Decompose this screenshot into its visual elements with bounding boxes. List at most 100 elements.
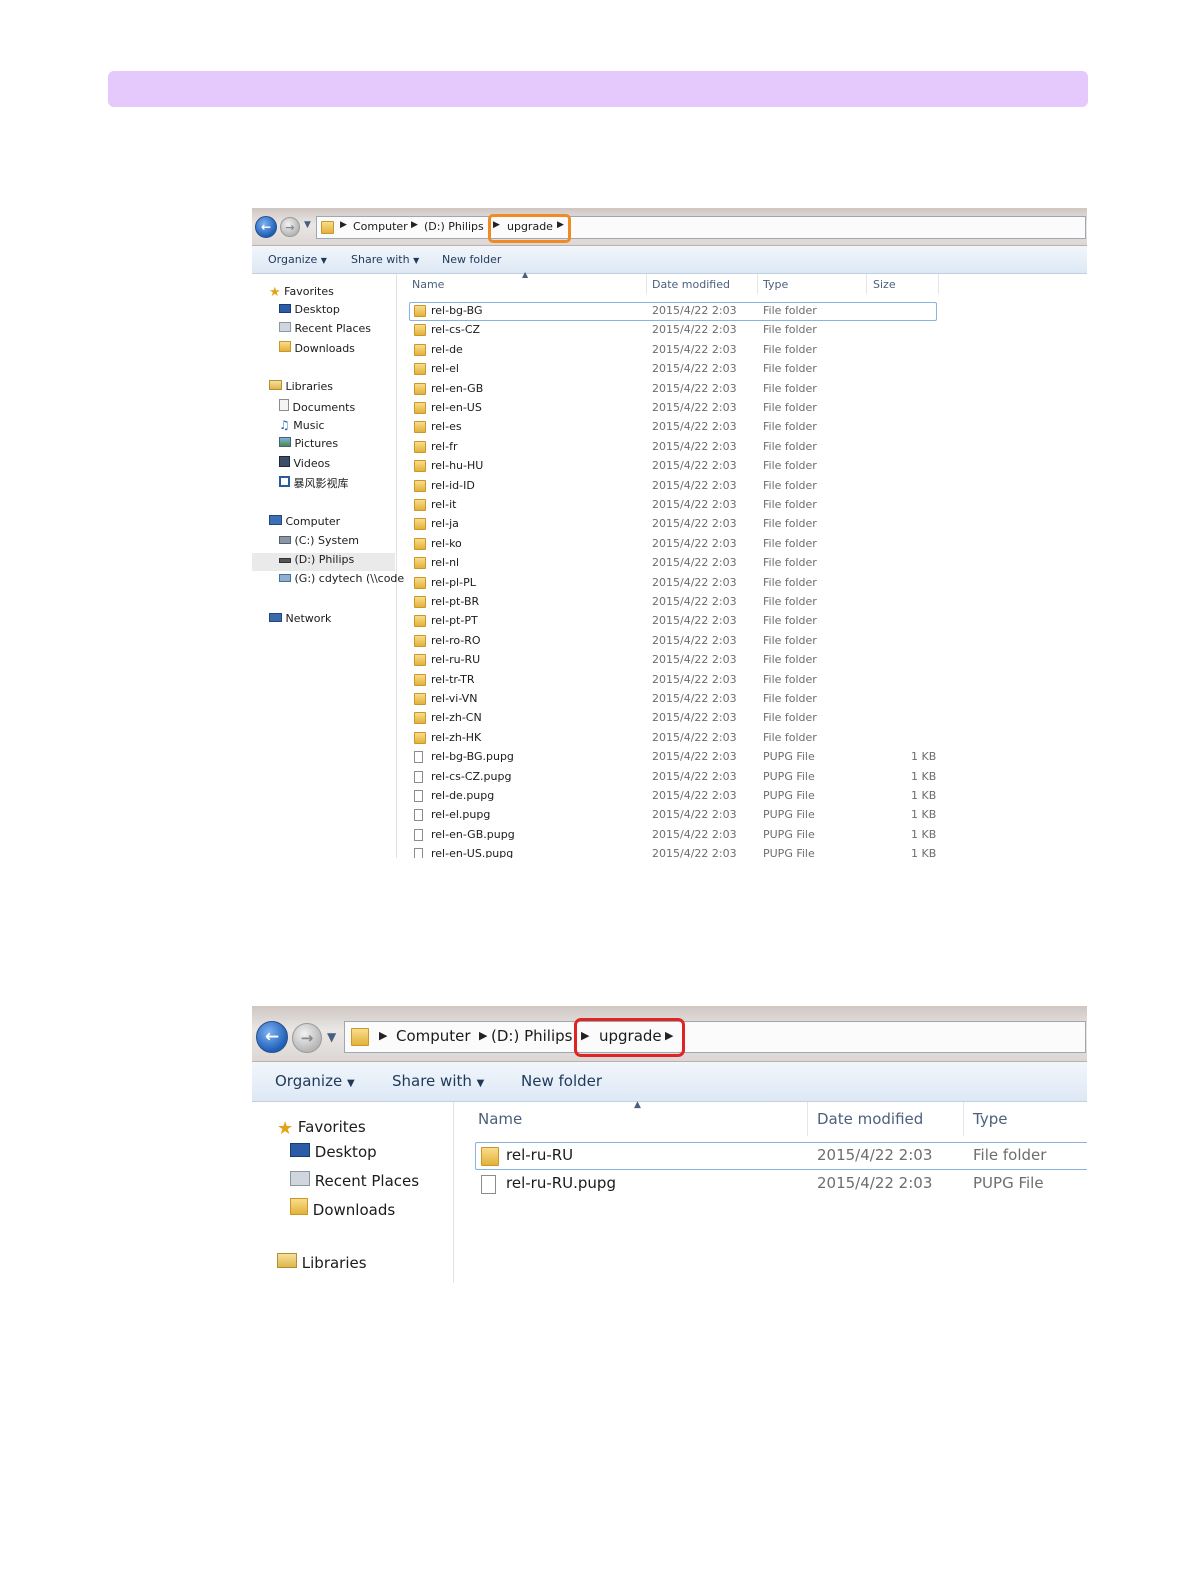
row-date-modified: 2015/4/22 2:03 — [652, 401, 737, 414]
folder-icon — [414, 460, 426, 473]
breadcrumb-drive-d[interactable]: (D:) Philips — [491, 1027, 572, 1045]
share-with-menu[interactable]: Share with ▼ — [351, 253, 419, 266]
row-type: PUPG File — [973, 1174, 1044, 1192]
column-header-size[interactable]: Size — [873, 278, 896, 291]
table-row[interactable]: rel-ru-RU 2015/4/22 2:03 File folder — [252, 651, 1087, 670]
column-header-date[interactable]: Date modified — [817, 1110, 923, 1128]
file-icon — [414, 848, 423, 858]
file-icon — [414, 770, 423, 783]
table-row[interactable]: rel-id-ID 2015/4/22 2:03 File folder — [252, 477, 1087, 496]
folder-icon — [414, 693, 426, 705]
table-row[interactable]: rel-en-US.pupg 2015/4/22 2:03 PUPG File 1 K… — [252, 845, 1087, 858]
row-type: File folder — [763, 304, 817, 317]
breadcrumb-computer[interactable]: Computer — [353, 220, 408, 233]
table-row[interactable]: rel-tr-TR 2015/4/22 2:03 File folder — [252, 671, 1087, 690]
back-arrow-icon[interactable]: ← — [255, 216, 277, 238]
nav-downloads[interactable]: Downloads — [290, 1198, 395, 1219]
table-row[interactable]: rel-es 2015/4/22 2:03 File folder — [252, 418, 1087, 437]
row-date-modified: 2015/4/22 2:03 — [652, 420, 737, 434]
row-date-modified: 2015/4/22 2:03 — [652, 827, 737, 841]
table-row[interactable]: rel-ko 2015/4/22 2:03 File folder — [252, 535, 1087, 554]
row-date-modified: 2015/4/22 2:03 — [652, 595, 737, 608]
table-row[interactable]: rel-ru-RU 2015/4/22 2:03 File folder — [252, 1143, 1087, 1171]
organize-menu[interactable]: Organize ▼ — [275, 1072, 355, 1090]
organize-menu[interactable]: Organize ▼ — [268, 253, 327, 266]
new-folder-button[interactable]: New folder — [442, 253, 501, 266]
table-row[interactable]: rel-pt-BR 2015/4/22 2:03 File folder — [252, 593, 1087, 612]
folder-icon — [414, 731, 426, 744]
folder-icon — [414, 402, 426, 414]
nav-libraries[interactable]: Libraries — [277, 1253, 367, 1272]
column-divider — [757, 274, 758, 294]
row-date-modified: 2015/4/22 2:03 — [652, 750, 737, 764]
row-date-modified: 2015/4/22 2:03 — [652, 323, 737, 337]
row-type: File folder — [763, 595, 817, 608]
row-type: PUPG File — [763, 808, 815, 822]
address-bar[interactable]: ▶ Computer ▶ (D:) Philips ▶ upgrade ▶ — [344, 1021, 1086, 1053]
table-row[interactable]: rel-en-GB.pupg 2015/4/22 2:03 PUPG File 1 K… — [252, 826, 1087, 845]
column-header-type[interactable]: Type — [973, 1110, 1007, 1128]
row-name: rel-ro-RO — [431, 633, 481, 647]
table-row[interactable]: rel-pt-PT 2015/4/22 2:03 File folder — [252, 612, 1087, 631]
folder-icon — [414, 576, 426, 589]
row-name: rel-ru-RU — [431, 653, 481, 667]
row-type: PUPG File — [763, 847, 815, 858]
file-icon — [414, 751, 423, 764]
share-with-menu[interactable]: Share with ▼ — [392, 1072, 484, 1090]
table-row[interactable]: rel-ja 2015/4/22 2:03 File folder — [252, 515, 1087, 534]
recent-pages-dropdown-icon[interactable]: ▼ — [304, 220, 311, 230]
forward-arrow-icon[interactable]: → — [280, 217, 300, 237]
column-header-name[interactable]: Name — [412, 278, 444, 291]
column-header-type[interactable]: Type — [763, 278, 788, 291]
row-name: rel-cs-CZ — [431, 323, 481, 337]
table-row[interactable]: rel-pl-PL 2015/4/22 2:03 File folder — [252, 574, 1087, 593]
table-row[interactable]: rel-en-US 2015/4/22 2:03 File folder — [252, 399, 1087, 418]
folder-icon — [414, 363, 426, 376]
column-divider — [807, 1102, 808, 1136]
breadcrumb-computer[interactable]: Computer — [396, 1027, 471, 1045]
table-row[interactable]: rel-it 2015/4/22 2:03 File folder — [252, 496, 1087, 515]
row-name: rel-en-US — [431, 401, 482, 414]
row-name: rel-tr-TR — [431, 672, 475, 686]
table-row[interactable]: rel-de 2015/4/22 2:03 File folder — [252, 341, 1087, 360]
row-name: rel-en-US.pupg — [431, 847, 514, 858]
row-name: rel-vi-VN — [431, 692, 478, 705]
row-type: PUPG File — [763, 769, 815, 783]
row-type: File folder — [763, 614, 817, 628]
table-row[interactable]: rel-cs-CZ 2015/4/22 2:03 File folder — [252, 321, 1087, 340]
new-folder-button[interactable]: New folder — [521, 1072, 602, 1090]
table-row[interactable]: rel-el.pupg 2015/4/22 2:03 PUPG File 1 KB — [252, 806, 1087, 825]
row-date-modified: 2015/4/22 2:03 — [652, 556, 737, 570]
row-name: rel-de — [431, 342, 463, 356]
table-row[interactable]: rel-bg-BG.pupg 2015/4/22 2:03 PUPG File 1 K… — [252, 748, 1087, 767]
address-bar[interactable]: ▶ Computer ▶ (D:) Philips ▶ upgrade ▶ — [316, 216, 1086, 239]
table-row[interactable]: rel-ro-RO 2015/4/22 2:03 File folder — [252, 632, 1087, 651]
nav-favorites[interactable]: ★ Favorites — [277, 1116, 366, 1139]
file-icon — [414, 809, 423, 822]
forward-arrow-icon[interactable]: → — [292, 1023, 322, 1053]
row-size: 1 KB — [911, 750, 937, 764]
file-icon — [481, 1175, 496, 1194]
table-row[interactable]: rel-ru-RU.pupg 2015/4/22 2:03 PUPG File — [252, 1171, 1087, 1199]
table-row[interactable]: rel-fr 2015/4/22 2:03 File folder — [252, 438, 1087, 457]
table-row[interactable]: rel-vi-VN 2015/4/22 2:03 File folder — [252, 690, 1087, 709]
column-header-name[interactable]: Name — [478, 1110, 522, 1128]
recent-pages-dropdown-icon[interactable]: ▼ — [327, 1030, 336, 1044]
row-type: File folder — [763, 478, 817, 492]
column-header-date[interactable]: Date modified — [652, 278, 730, 291]
nav-favorites[interactable]: ★ Favorites — [269, 284, 334, 300]
back-arrow-icon[interactable]: ← — [256, 1021, 288, 1053]
breadcrumb-drive-d[interactable]: (D:) Philips — [424, 220, 484, 233]
row-type: File folder — [763, 323, 817, 337]
table-row[interactable]: rel-en-GB 2015/4/22 2:03 File folder — [252, 380, 1087, 399]
table-row[interactable]: rel-zh-HK 2015/4/22 2:03 File folder — [252, 729, 1087, 748]
table-row[interactable]: rel-zh-CN 2015/4/22 2:03 File folder — [252, 709, 1087, 728]
table-row[interactable]: rel-bg-BG 2015/4/22 2:03 File folder — [252, 302, 1087, 321]
row-type: File folder — [763, 672, 817, 686]
table-row[interactable]: rel-el 2015/4/22 2:03 File folder — [252, 360, 1087, 379]
table-row[interactable]: rel-nl 2015/4/22 2:03 File folder — [252, 554, 1087, 573]
star-icon: ★ — [277, 1118, 294, 1139]
table-row[interactable]: rel-hu-HU 2015/4/22 2:03 File folder — [252, 457, 1087, 476]
table-row[interactable]: rel-de.pupg 2015/4/22 2:03 PUPG File 1 KB — [252, 787, 1087, 806]
table-row[interactable]: rel-cs-CZ.pupg 2015/4/22 2:03 PUPG File 1 K… — [252, 768, 1087, 787]
